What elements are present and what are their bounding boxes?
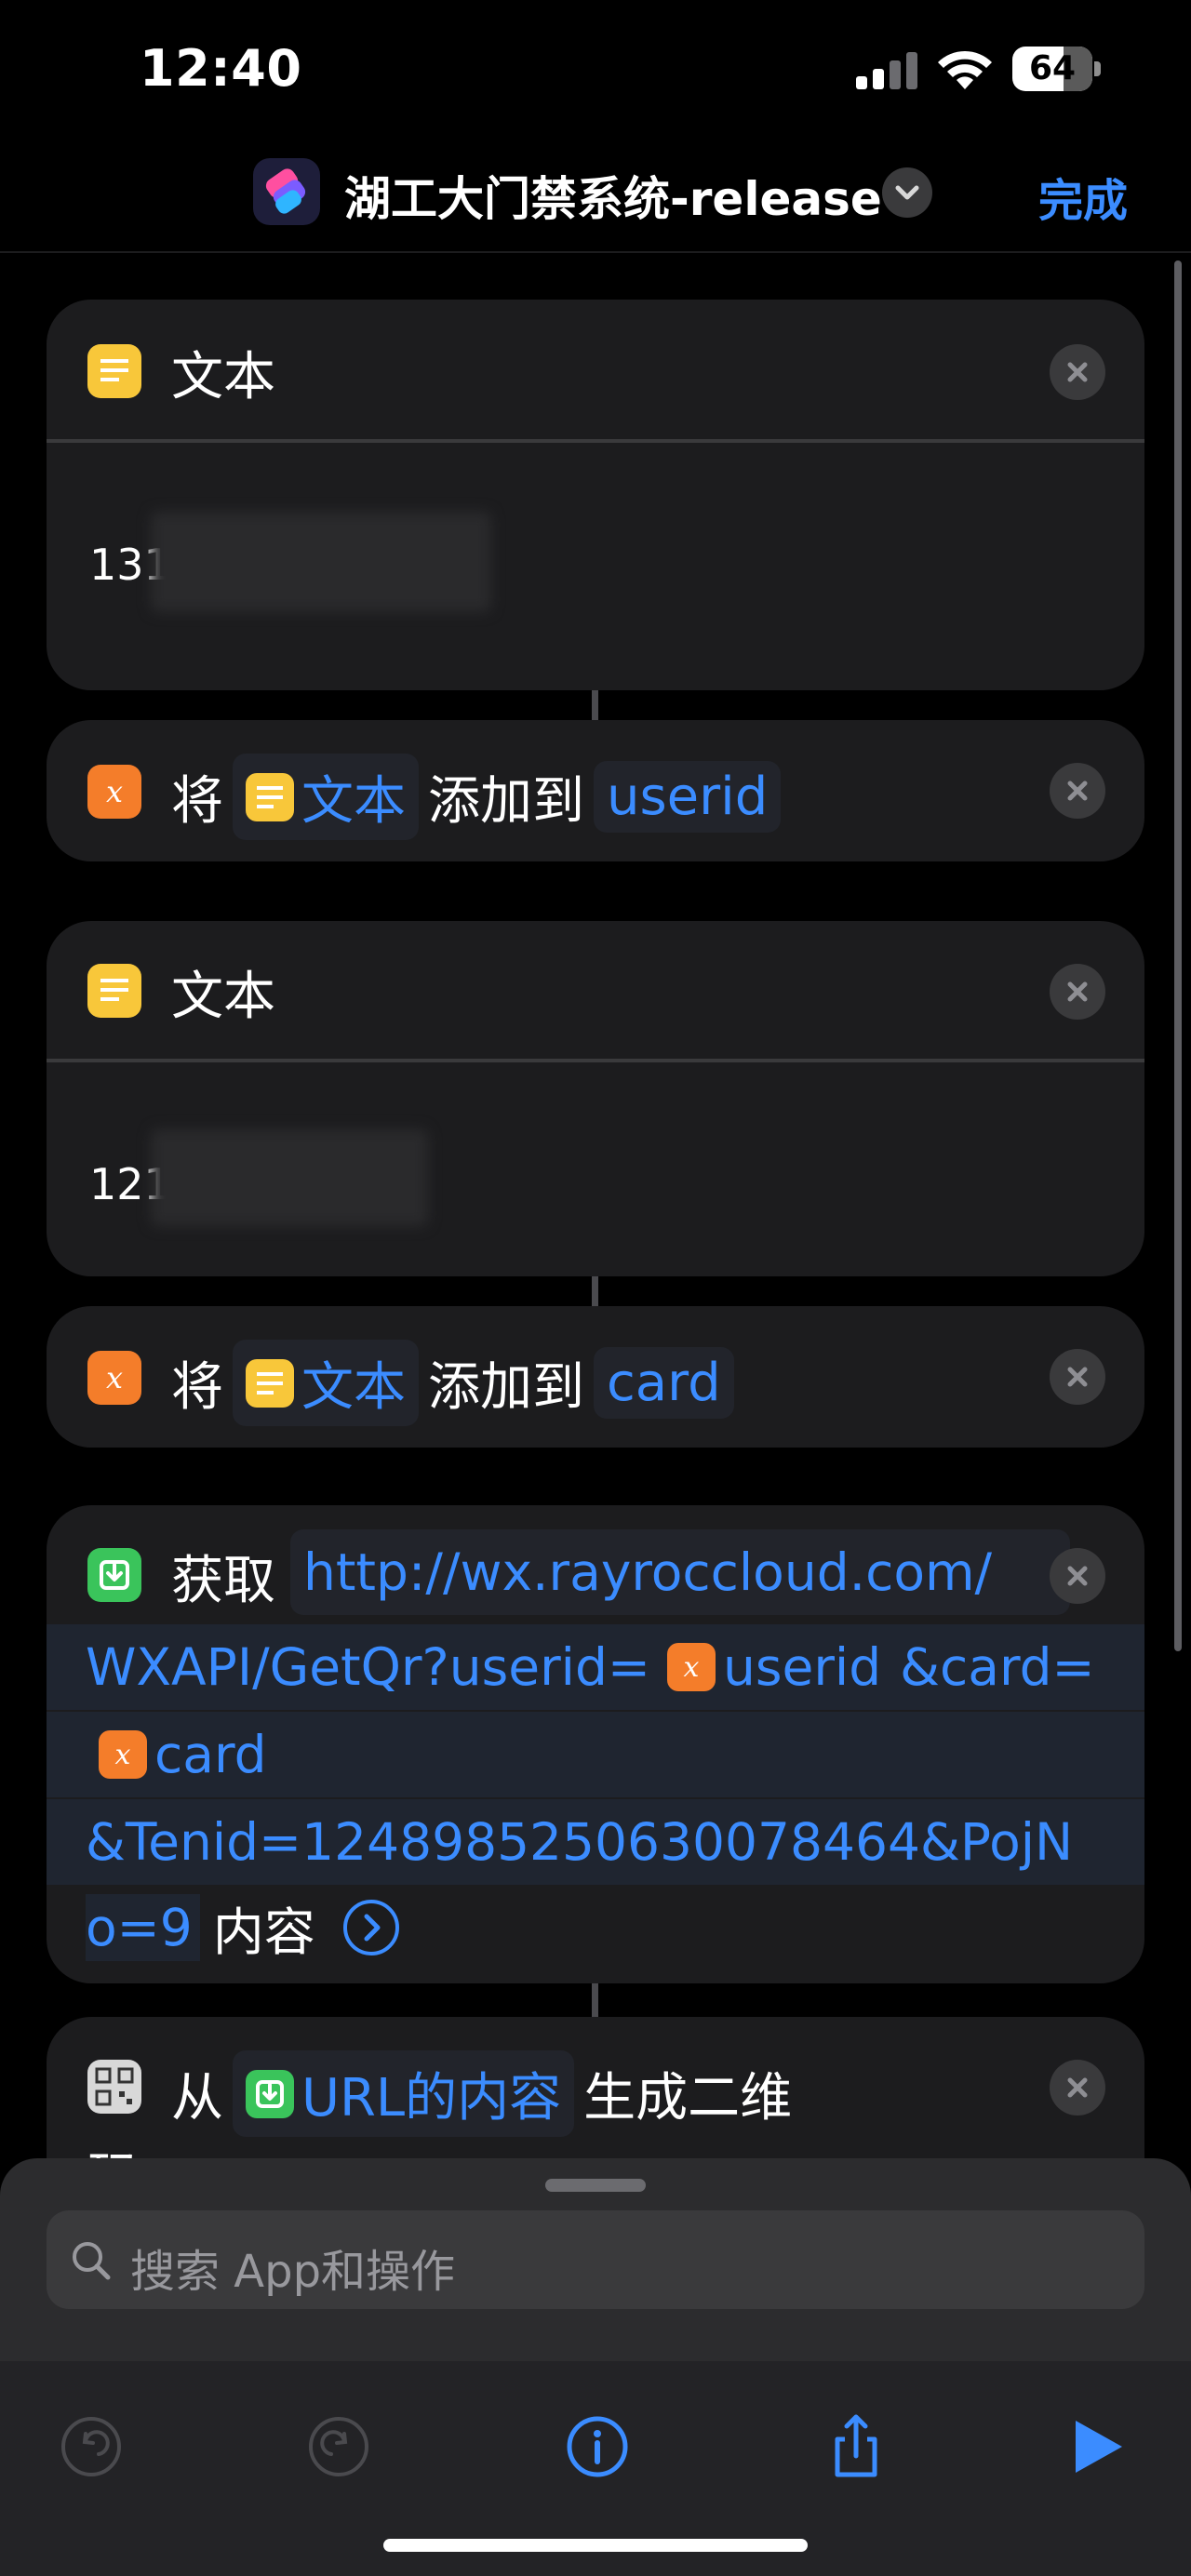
scroll-indicator[interactable] xyxy=(1174,260,1182,1651)
divider xyxy=(47,1059,1144,1062)
url-field-line[interactable]: o=9 内容 xyxy=(47,1885,1144,1970)
nav-bar: 湖工大门禁系统-release 完成 xyxy=(0,140,1191,253)
url-text: &card= xyxy=(900,1637,1095,1697)
shortcut-title[interactable]: 湖工大门禁系统-release xyxy=(344,162,882,229)
url-text: WXAPI/GetQr?userid= xyxy=(86,1637,650,1697)
variable-icon: x xyxy=(99,1730,147,1779)
url-field-line[interactable]: http://wx.rayroccloud.com/ xyxy=(290,1529,1070,1615)
play-icon[interactable] xyxy=(1059,2409,1133,2484)
action-title: 文本 xyxy=(171,967,275,1027)
text-icon xyxy=(246,1358,294,1408)
search-input[interactable]: 搜索 App和操作 xyxy=(47,2210,1144,2309)
show-more-button[interactable] xyxy=(342,1900,399,1955)
battery-percent: 64 xyxy=(1028,49,1077,87)
chevron-down-icon xyxy=(895,185,919,200)
variable-icon: x xyxy=(87,765,141,819)
close-icon xyxy=(1067,2077,1088,2098)
redacted-text xyxy=(151,512,491,612)
wifi-icon xyxy=(938,50,992,89)
remove-action-button[interactable] xyxy=(1050,2060,1105,2116)
magic-variable-token[interactable]: 文本 xyxy=(233,754,419,840)
download-icon xyxy=(87,1548,141,1602)
token-label: 文本 xyxy=(301,1357,406,1418)
remove-action-button[interactable] xyxy=(1050,964,1105,1020)
close-icon xyxy=(1067,362,1088,382)
search-icon xyxy=(73,2242,111,2280)
action-verb: 将 xyxy=(171,771,223,832)
flow-connector xyxy=(592,690,598,720)
flow-connector xyxy=(592,1983,598,2017)
add-to-variable-card[interactable]: x 将 文本 添加到 userid xyxy=(47,720,1144,861)
action-verb: 从 xyxy=(171,2068,223,2129)
action-connector-text: 添加到 xyxy=(428,1357,584,1418)
status-time: 12:40 xyxy=(140,39,302,98)
home-indicator[interactable] xyxy=(383,2539,808,2552)
action-connector-text: 添加到 xyxy=(428,771,584,832)
action-verb: 获取 xyxy=(171,1551,275,1611)
text-action-card[interactable]: 文本 121 xyxy=(47,921,1144,1276)
text-icon xyxy=(246,772,294,821)
done-button[interactable]: 完成 xyxy=(1038,164,1128,229)
variable-name-token[interactable]: userid xyxy=(594,761,782,833)
cellular-signal-icon xyxy=(856,52,917,89)
add-to-variable-card[interactable]: x 将 文本 添加到 card xyxy=(47,1306,1144,1448)
action-sentence: 将 文本 添加到 card xyxy=(171,1340,743,1426)
url-variable-userid[interactable]: userid xyxy=(723,1637,881,1697)
svg-text:x: x xyxy=(106,1360,123,1395)
action-object: 内容 xyxy=(212,1902,315,1962)
action-header: 文本 xyxy=(47,921,1144,1062)
url-field-line[interactable]: WXAPI/GetQr?userid= x userid &card= xyxy=(47,1624,1144,1710)
title-menu-button[interactable] xyxy=(882,167,932,218)
token-label: URL的内容 xyxy=(301,2068,562,2129)
chevron-right-icon xyxy=(364,1914,381,1942)
action-search-sheet: 搜索 App和操作 xyxy=(0,2158,1191,2576)
undo-icon[interactable] xyxy=(54,2409,128,2484)
close-icon xyxy=(1067,1566,1088,1586)
get-url-contents-card[interactable]: 获取 http://wx.rayroccloud.com/ WXAPI/GetQ… xyxy=(47,1505,1144,1983)
action-suffix: 生成二维 xyxy=(583,2068,793,2129)
redo-icon[interactable] xyxy=(301,2409,376,2484)
download-icon xyxy=(246,2069,294,2118)
url-field-line[interactable]: &Tenid=1248985250630078464&PojN xyxy=(47,1799,1144,1885)
action-sentence: 将 文本 添加到 userid xyxy=(171,754,790,840)
redacted-text xyxy=(151,1129,428,1226)
url-text: o=9 xyxy=(86,1894,200,1961)
magic-variable-token[interactable]: URL的内容 xyxy=(233,2050,575,2137)
magic-variable-token[interactable]: 文本 xyxy=(233,1340,419,1426)
action-title: 文本 xyxy=(171,347,275,407)
remove-action-button[interactable] xyxy=(1050,344,1105,400)
variable-name-token[interactable]: card xyxy=(594,1347,734,1419)
svg-text:x: x xyxy=(115,1739,131,1771)
action-sentence: 从 URL的内容 生成二维 xyxy=(171,2050,792,2137)
info-icon[interactable] xyxy=(560,2409,635,2484)
remove-action-button[interactable] xyxy=(1050,1548,1105,1604)
text-action-card[interactable]: 文本 131 xyxy=(47,300,1144,690)
shortcut-app-icon[interactable] xyxy=(253,158,320,225)
variable-icon: x xyxy=(87,1351,141,1405)
close-icon xyxy=(1067,981,1088,1002)
svg-text:x: x xyxy=(106,774,123,809)
remove-action-button[interactable] xyxy=(1050,1349,1105,1405)
close-icon xyxy=(1067,1367,1088,1387)
token-label: 文本 xyxy=(301,771,406,832)
url-field-line[interactable]: x card xyxy=(47,1712,1144,1797)
variable-icon: x xyxy=(666,1643,716,1691)
divider xyxy=(47,439,1144,443)
status-bar: 12:40 64 xyxy=(0,0,1191,140)
battery-indicator: 64 xyxy=(1012,47,1102,91)
url-variable-card[interactable]: card xyxy=(154,1725,267,1784)
qr-code-icon xyxy=(87,2060,141,2114)
flow-connector xyxy=(592,1276,598,1306)
share-icon[interactable] xyxy=(819,2409,893,2484)
action-verb: 将 xyxy=(171,1357,223,1418)
svg-text:x: x xyxy=(684,1651,700,1684)
search-placeholder: 搜索 App和操作 xyxy=(130,2246,456,2298)
action-header: 文本 xyxy=(47,300,1144,441)
close-icon xyxy=(1067,781,1088,801)
text-icon xyxy=(87,344,141,398)
remove-action-button[interactable] xyxy=(1050,763,1105,819)
text-icon xyxy=(87,964,141,1018)
sheet-grabber[interactable] xyxy=(545,2179,646,2192)
